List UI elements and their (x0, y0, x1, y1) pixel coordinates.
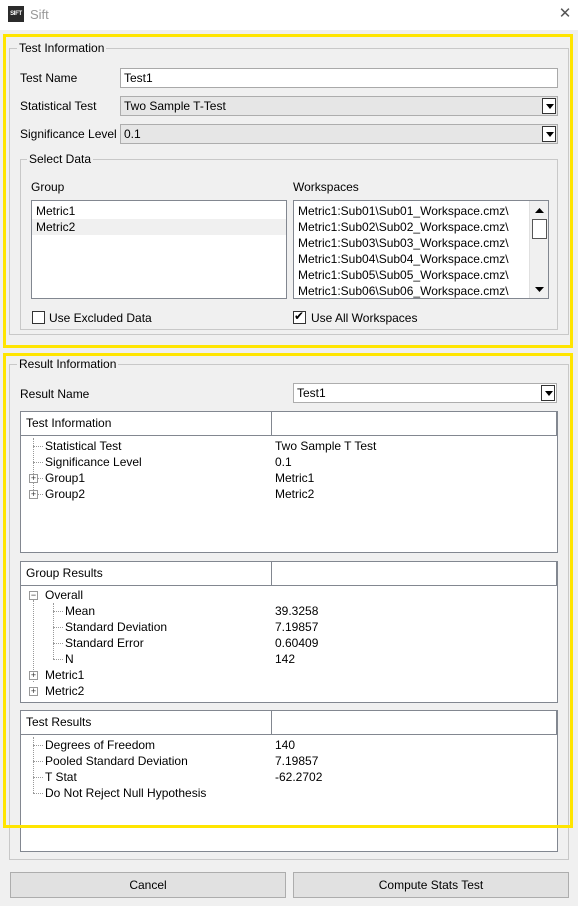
statistical-test-select[interactable]: Two Sample T-Test (120, 96, 558, 116)
use-all-workspaces-checkbox[interactable] (293, 309, 306, 324)
use-all-workspaces-label: Use All Workspaces (311, 311, 418, 325)
workspaces-scrollbar[interactable] (529, 201, 548, 298)
tree-row-label[interactable]: Statistical Test (45, 438, 121, 454)
tree-row-value: -62.2702 (275, 770, 323, 784)
tree-line (33, 793, 43, 794)
tree-row-label[interactable]: Standard Error (65, 635, 144, 651)
tree-row-label[interactable]: T Stat (45, 769, 77, 785)
list-item[interactable]: Metric2 (32, 219, 286, 235)
test-name-label: Test Name (20, 71, 78, 85)
group-header: Group (31, 180, 65, 194)
app-icon: SIFT (8, 6, 24, 22)
use-excluded-data-checkbox[interactable] (32, 311, 45, 324)
tree-row-value: 0.60409 (275, 636, 319, 650)
chevron-down-icon[interactable] (542, 98, 556, 114)
group-list[interactable]: Metric1 Metric2 (31, 200, 287, 299)
tree-row-label[interactable]: Group2 (45, 486, 85, 502)
tree-row-label[interactable]: Pooled Standard Deviation (45, 753, 188, 769)
tree-row-value: Metric2 (275, 487, 315, 501)
result-information-legend: Result Information (17, 357, 119, 371)
column-header-empty[interactable] (272, 562, 557, 585)
tree-row-value: 7.19857 (275, 620, 319, 634)
list-item[interactable]: Metric1:Sub06\Sub06_Workspace.cmz\ (294, 283, 548, 298)
test-results-tree[interactable]: Test Results Degrees of Freedom 140 Pool… (20, 710, 558, 852)
select-data-legend: Select Data (27, 152, 94, 166)
tree-row-value: 142 (275, 652, 296, 666)
tree-line (33, 446, 43, 447)
use-excluded-data-label: Use Excluded Data (49, 311, 152, 325)
tree-header: Test Results (21, 711, 557, 735)
list-item[interactable]: Metric1:Sub02\Sub02_Workspace.cmz\ (294, 219, 548, 235)
tree-line (53, 627, 63, 628)
test-name-input[interactable]: Test1 (120, 68, 558, 88)
tree-header: Group Results (21, 562, 557, 586)
result-name-label: Result Name (20, 387, 90, 401)
column-header-empty[interactable] (272, 711, 557, 734)
chevron-down-icon[interactable] (542, 126, 556, 142)
result-name-value: Test1 (297, 386, 326, 400)
tree-row-label[interactable]: Do Not Reject Null Hypothesis (45, 785, 206, 801)
tree-row-label[interactable]: Degrees of Freedom (45, 737, 155, 753)
tree-row-value: Metric1 (275, 471, 315, 485)
test-information-legend: Test Information (17, 41, 107, 55)
tree-row-label[interactable]: Metric1 (45, 667, 84, 683)
tree-header: Test Information (21, 412, 557, 436)
tree-line (53, 643, 63, 644)
significance-level-value: 0.1 (124, 127, 141, 141)
chevron-down-icon[interactable] (541, 385, 555, 401)
workspaces-list[interactable]: Metric1:Sub01\Sub01_Workspace.cmz\ Metri… (293, 200, 549, 299)
tree-row-label[interactable]: Significance Level (45, 454, 142, 470)
column-header[interactable]: Group Results (21, 562, 272, 585)
tree-row-value: 7.19857 (275, 754, 319, 768)
column-header-empty[interactable] (272, 412, 557, 435)
tree-line (53, 659, 63, 660)
list-item[interactable]: Metric1 (32, 203, 286, 219)
tree-line (33, 462, 43, 463)
scrollbar-thumb[interactable] (532, 219, 547, 239)
tree-row-label[interactable]: Standard Deviation (65, 619, 167, 635)
tree-row-value: 39.3258 (275, 604, 319, 618)
significance-level-label: Significance Level (20, 127, 117, 141)
tree-row-value: 140 (275, 738, 296, 752)
column-header[interactable]: Test Results (21, 711, 272, 734)
tree-row-label[interactable]: Group1 (45, 470, 85, 486)
group-results-tree[interactable]: Group Results − Overall Mean 39.3258 Sta… (20, 561, 558, 703)
tree-row-label[interactable]: N (65, 651, 74, 667)
result-name-select[interactable]: Test1 (293, 383, 557, 403)
tree-line (53, 611, 63, 612)
tree-row-label[interactable]: Metric2 (45, 683, 84, 699)
tree-line (33, 745, 43, 746)
list-item[interactable]: Metric1:Sub03\Sub03_Workspace.cmz\ (294, 235, 548, 251)
tree-line (33, 761, 43, 762)
expand-icon[interactable]: + (29, 687, 38, 696)
column-header[interactable]: Test Information (21, 412, 272, 435)
test-information-tree[interactable]: Test Information Statistical Test Two Sa… (20, 411, 558, 553)
window-title: Sift (30, 7, 49, 22)
tree-row-value: 0.1 (275, 455, 292, 469)
tree-row-label[interactable]: Mean (65, 603, 95, 619)
collapse-icon[interactable]: − (29, 591, 38, 600)
expand-icon[interactable]: + (29, 474, 38, 483)
title-bar: SIFT Sift ✕ (0, 0, 578, 30)
cancel-button[interactable]: Cancel (10, 872, 286, 898)
expand-icon[interactable]: + (29, 671, 38, 680)
statistical-test-label: Statistical Test (20, 99, 97, 113)
list-item[interactable]: Metric1:Sub04\Sub04_Workspace.cmz\ (294, 251, 548, 267)
list-item[interactable]: Metric1:Sub05\Sub05_Workspace.cmz\ (294, 267, 548, 283)
tree-row-label[interactable]: Overall (45, 587, 83, 603)
tree-line (33, 777, 43, 778)
scroll-down-icon[interactable] (530, 281, 549, 297)
significance-level-select[interactable]: 0.1 (120, 124, 558, 144)
scroll-up-icon[interactable] (530, 202, 549, 218)
list-item[interactable]: Metric1:Sub01\Sub01_Workspace.cmz\ (294, 203, 548, 219)
workspaces-header: Workspaces (293, 180, 359, 194)
statistical-test-value: Two Sample T-Test (124, 99, 226, 113)
compute-stats-test-button[interactable]: Compute Stats Test (293, 872, 569, 898)
expand-icon[interactable]: + (29, 490, 38, 499)
tree-row-value: Two Sample T Test (275, 439, 377, 453)
close-icon[interactable]: ✕ (556, 4, 574, 24)
